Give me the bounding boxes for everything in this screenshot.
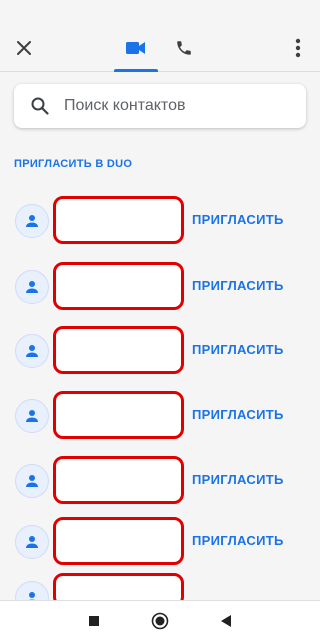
avatar [15,464,49,498]
avatar [15,399,49,433]
tab-voice-calls[interactable] [162,24,206,72]
more-options-button[interactable] [282,32,314,64]
person-icon [26,536,38,548]
person-icon [26,410,38,422]
redacted-contact-name [53,456,184,504]
invite-button[interactable]: ПРИГЛАСИТЬ [192,342,284,357]
invite-button[interactable]: ПРИГЛАСИТЬ [192,278,284,293]
active-tab-indicator [114,69,158,72]
top-app-bar [0,24,320,72]
back-button[interactable] [214,609,238,633]
home-button[interactable] [148,609,172,633]
close-icon [17,41,31,55]
person-icon [26,475,38,487]
search-input[interactable]: Поиск контактов [64,97,185,115]
system-nav-bar [0,600,320,640]
invite-button[interactable]: ПРИГЛАСИТЬ [192,533,284,548]
close-button[interactable] [8,32,40,64]
more-vert-icon [295,38,301,58]
invite-button[interactable]: ПРИГЛАСИТЬ [192,407,284,422]
square-icon [89,616,99,626]
avatar [15,270,49,304]
contact-row: ПРИГЛАСИТЬ [0,456,320,512]
redacted-contact-name [53,196,184,244]
section-title: ПРИГЛАСИТЬ В DUO [14,158,133,170]
status-bar [0,0,320,24]
avatar [15,334,49,368]
invite-button[interactable]: ПРИГЛАСИТЬ [192,212,284,227]
contact-row: ПРИГЛАСИТЬ [0,196,320,252]
person-icon [26,281,38,293]
phone-icon [177,41,191,55]
contact-row: ПРИГЛАСИТЬ [0,326,320,382]
avatar [15,525,49,559]
contact-row: ПРИГЛАСИТЬ [0,391,320,447]
person-icon [26,345,38,357]
person-icon [26,215,38,227]
contact-row: ПРИГЛАСИТЬ [0,517,320,573]
recents-button[interactable] [82,609,106,633]
avatar [15,204,49,238]
redacted-contact-name [53,391,184,439]
triangle-back-icon [221,615,231,627]
search-icon [31,97,49,115]
tab-video-calls[interactable] [114,24,158,72]
circle-icon [151,612,169,630]
redacted-contact-name [53,517,184,565]
redacted-contact-name [53,326,184,374]
videocam-icon [126,42,145,54]
search-bar[interactable]: Поиск контактов [14,84,306,128]
contact-row: ПРИГЛАСИТЬ [0,262,320,318]
redacted-contact-name [53,262,184,310]
invite-button[interactable]: ПРИГЛАСИТЬ [192,472,284,487]
